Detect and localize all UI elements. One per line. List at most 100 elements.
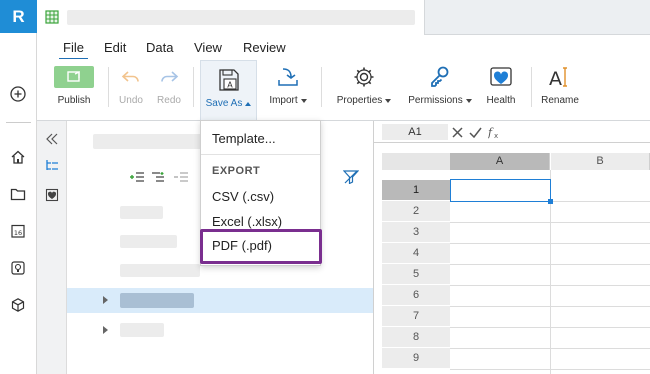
app-logo[interactable]: R	[0, 0, 37, 33]
ribbon-divider	[321, 67, 322, 107]
menu-file[interactable]: File	[59, 40, 88, 60]
csv-menu-item[interactable]: CSV (.csv)	[212, 189, 274, 204]
row-header[interactable]: 1	[382, 180, 450, 201]
redo-icon	[161, 71, 179, 82]
svg-text:A: A	[227, 81, 233, 90]
add-icon[interactable]	[8, 84, 28, 104]
pdf-menu-item[interactable]: PDF (.pdf)	[212, 238, 272, 253]
favorites-panel-icon[interactable]	[42, 185, 62, 205]
tree-item-placeholder	[120, 264, 200, 277]
menu-divider	[201, 154, 320, 155]
tree-item-placeholder	[120, 323, 164, 337]
menu-review[interactable]: Review	[243, 40, 286, 55]
tree-view-icon[interactable]	[42, 156, 62, 176]
row-header[interactable]: 5	[382, 264, 450, 285]
rename-button[interactable]: A Rename	[540, 62, 580, 114]
caret-down-icon	[465, 98, 472, 103]
spreadsheet-icon	[45, 10, 59, 27]
grid-line	[450, 222, 650, 223]
gear-icon	[354, 67, 374, 87]
template-menu-item[interactable]: Template...	[212, 131, 276, 146]
filter-clear-icon[interactable]	[342, 170, 360, 187]
import-button[interactable]: Import	[265, 62, 311, 114]
row-header[interactable]: 2	[382, 201, 450, 222]
undo-icon	[121, 71, 139, 82]
rename-label: Rename	[541, 95, 579, 106]
menu-data[interactable]: Data	[146, 40, 173, 55]
undo-button[interactable]: Undo	[117, 62, 145, 114]
undo-label: Undo	[119, 95, 143, 106]
grid-line	[450, 306, 650, 307]
function-icon[interactable]: fx	[488, 126, 502, 139]
cell-reference-box[interactable]: A1	[382, 124, 448, 140]
collapse-panel-icon[interactable]	[42, 129, 62, 149]
properties-button[interactable]: Properties	[333, 62, 395, 114]
row-header[interactable]: 3	[382, 222, 450, 243]
cube-icon[interactable]	[8, 295, 28, 315]
tree-item-placeholder	[120, 206, 163, 219]
redo-button[interactable]: Redo	[155, 62, 183, 114]
calendar-icon[interactable]: 16	[8, 221, 28, 241]
health-icon	[490, 67, 512, 86]
excel-menu-item[interactable]: Excel (.xlsx)	[212, 214, 282, 229]
expand-arrow-icon[interactable]	[103, 296, 108, 304]
permissions-label: Permissions	[408, 95, 463, 106]
expand-arrow-icon[interactable]	[103, 326, 108, 334]
app-rail: R 16	[0, 0, 37, 374]
column-header-a[interactable]: A	[450, 153, 550, 170]
publish-button[interactable]: Publish	[53, 62, 95, 114]
document-tab-bar	[37, 0, 650, 35]
caret-down-icon	[300, 98, 307, 103]
confirm-icon[interactable]	[469, 127, 482, 138]
grid-line	[450, 327, 650, 328]
menu-bar: File Edit Data View Review	[37, 35, 650, 60]
row-header[interactable]: 4	[382, 243, 450, 264]
cell-grid[interactable]: A B 1 2 3 4 5 6 7 8 9	[374, 143, 650, 374]
row-header[interactable]: 9	[382, 348, 450, 369]
column-header-b[interactable]: B	[551, 153, 650, 170]
rail-divider	[6, 122, 31, 123]
menu-view[interactable]: View	[194, 40, 222, 55]
export-section-header: EXPORT	[212, 165, 261, 177]
publish-icon	[54, 66, 94, 88]
formula-icons: fx	[452, 123, 502, 141]
row-header[interactable]: 7	[382, 306, 450, 327]
svg-text:x: x	[494, 132, 498, 139]
folder-icon[interactable]	[8, 184, 28, 204]
tree-row-selected[interactable]	[67, 288, 373, 313]
tree-toolbar	[129, 171, 189, 183]
save-as-button[interactable]: A Save As	[200, 60, 257, 121]
active-cell-a1[interactable]	[450, 179, 553, 204]
health-button[interactable]: Health	[483, 62, 519, 114]
document-title-placeholder	[67, 10, 415, 25]
save-as-icon: A	[218, 69, 239, 91]
formula-bar: A1 fx	[374, 121, 650, 143]
caret-down-icon	[385, 98, 392, 103]
health-label: Health	[486, 95, 516, 106]
indent-child-icon[interactable]	[151, 171, 167, 183]
save-as-dropdown: Template... EXPORT CSV (.csv) Excel (.xl…	[200, 120, 321, 266]
grid-corner[interactable]	[382, 153, 450, 170]
app-logo-letter: R	[12, 6, 25, 26]
row-header[interactable]: 6	[382, 285, 450, 306]
publish-label: Publish	[57, 95, 91, 106]
grid-line	[450, 285, 650, 286]
permissions-button[interactable]: Permissions	[405, 62, 475, 114]
lightbulb-icon[interactable]	[8, 258, 28, 278]
document-tab[interactable]	[37, 0, 425, 35]
redo-label: Redo	[157, 95, 181, 106]
indent-add-icon[interactable]	[129, 171, 145, 183]
properties-label: Properties	[336, 95, 383, 106]
cancel-icon[interactable]	[452, 126, 463, 138]
home-icon[interactable]	[8, 147, 28, 167]
row-header[interactable]: 8	[382, 327, 450, 348]
outdent-icon[interactable]	[173, 171, 189, 183]
tree-item-placeholder	[120, 293, 194, 308]
tree-item-placeholder	[120, 235, 177, 248]
ribbon-divider	[193, 67, 194, 107]
panel-title-placeholder	[93, 134, 203, 149]
ribbon-divider	[108, 67, 109, 107]
menu-edit[interactable]: Edit	[104, 40, 126, 55]
grid-line	[450, 243, 650, 244]
ribbon-toolbar: Publish Undo Redo A Save As Import Prope…	[37, 59, 650, 121]
